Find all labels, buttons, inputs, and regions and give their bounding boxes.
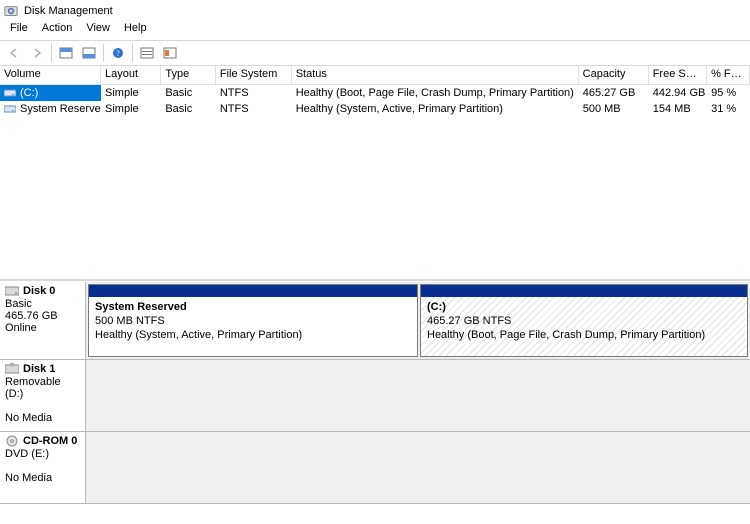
toolbar: ? bbox=[0, 40, 750, 66]
col-volume[interactable]: Volume bbox=[0, 66, 101, 84]
partition-status: Healthy (Boot, Page File, Crash Dump, Pr… bbox=[427, 329, 705, 341]
disk-label[interactable]: Disk 1 Removable (D:) No Media bbox=[0, 360, 86, 431]
toolbar-separator bbox=[103, 44, 104, 62]
hard-disk-icon bbox=[5, 285, 19, 297]
partition-c[interactable]: (C:) 465.27 GB NTFS Healthy (Boot, Page … bbox=[420, 284, 748, 357]
properties-button[interactable] bbox=[159, 43, 181, 63]
partition-system-reserved[interactable]: System Reserved 500 MB NTFS Healthy (Sys… bbox=[88, 284, 418, 357]
volume-status: Healthy (System, Active, Primary Partiti… bbox=[292, 101, 579, 117]
volume-percentfree: 31 % bbox=[707, 101, 750, 117]
disk-subtype: Basic bbox=[5, 298, 80, 310]
menu-help[interactable]: Help bbox=[118, 21, 153, 38]
volume-freespace: 154 MB bbox=[649, 101, 707, 117]
volume-percentfree: 95 % bbox=[707, 85, 750, 101]
col-layout[interactable]: Layout bbox=[101, 66, 161, 84]
volume-layout: Simple bbox=[101, 85, 161, 101]
partition-title: (C:) bbox=[427, 301, 446, 313]
cdrom-icon bbox=[5, 435, 19, 447]
volume-capacity: 465.27 GB bbox=[579, 85, 649, 101]
col-freespace[interactable]: Free Spa... bbox=[649, 66, 707, 84]
disk-state: Online bbox=[5, 322, 80, 334]
menu-file[interactable]: File bbox=[4, 21, 34, 38]
disk-map-panel: Disk 0 Basic 465.76 GB Online System Res… bbox=[0, 281, 750, 524]
disk-subtype: Removable (D:) bbox=[5, 376, 80, 400]
volume-list-header: Volume Layout Type File System Status Ca… bbox=[0, 66, 750, 85]
menubar: File Action View Help bbox=[0, 21, 750, 40]
volume-name: (C:) bbox=[20, 87, 38, 99]
menu-view[interactable]: View bbox=[80, 21, 116, 38]
help-button[interactable]: ? bbox=[107, 43, 129, 63]
partition-stripe bbox=[421, 285, 747, 297]
volume-type: Basic bbox=[161, 101, 216, 117]
removable-disk-icon bbox=[5, 363, 19, 375]
disk-label[interactable]: Disk 0 Basic 465.76 GB Online bbox=[0, 282, 86, 359]
col-filesystem[interactable]: File System bbox=[216, 66, 292, 84]
disk-management-icon bbox=[4, 4, 18, 18]
partition-status: Healthy (System, Active, Primary Partiti… bbox=[95, 329, 302, 341]
volume-filesystem: NTFS bbox=[216, 101, 292, 117]
disk-partitions-empty[interactable] bbox=[86, 432, 750, 503]
col-capacity[interactable]: Capacity bbox=[579, 66, 649, 84]
forward-button[interactable] bbox=[26, 43, 48, 63]
partition-stripe bbox=[89, 285, 417, 297]
volume-row[interactable]: (C:) Simple Basic NTFS Healthy (Boot, Pa… bbox=[0, 85, 750, 101]
volume-layout: Simple bbox=[101, 101, 161, 117]
content-area: Volume Layout Type File System Status Ca… bbox=[0, 66, 750, 524]
disk-partitions-empty[interactable] bbox=[86, 360, 750, 431]
partition-title: System Reserved bbox=[95, 301, 187, 313]
disk-label[interactable]: CD-ROM 0 DVD (E:) No Media bbox=[0, 432, 86, 503]
volume-row[interactable]: System Reserved Simple Basic NTFS Health… bbox=[0, 101, 750, 117]
volume-type: Basic bbox=[161, 85, 216, 101]
disk-row: Disk 0 Basic 465.76 GB Online System Res… bbox=[0, 282, 750, 360]
toolbar-separator bbox=[51, 44, 52, 62]
drive-icon bbox=[4, 104, 16, 114]
view-top-button[interactable] bbox=[55, 43, 77, 63]
volume-capacity: 500 MB bbox=[579, 101, 649, 117]
disk-name: CD-ROM 0 bbox=[23, 435, 77, 447]
volume-filesystem: NTFS bbox=[216, 85, 292, 101]
disk-name: Disk 0 bbox=[23, 285, 55, 297]
volume-list[interactable]: Volume Layout Type File System Status Ca… bbox=[0, 66, 750, 281]
volume-freespace: 442.94 GB bbox=[649, 85, 707, 101]
col-status[interactable]: Status bbox=[292, 66, 579, 84]
drive-icon bbox=[4, 88, 16, 98]
col-percentfree[interactable]: % Free bbox=[707, 66, 750, 84]
disk-size: 465.76 GB bbox=[5, 310, 80, 322]
menu-action[interactable]: Action bbox=[36, 21, 79, 38]
partition-size: 500 MB NTFS bbox=[95, 315, 165, 327]
partition-size: 465.27 GB NTFS bbox=[427, 315, 511, 327]
refresh-button[interactable] bbox=[136, 43, 158, 63]
back-button[interactable] bbox=[3, 43, 25, 63]
disk-name: Disk 1 bbox=[23, 363, 55, 375]
volume-name: System Reserved bbox=[20, 103, 101, 115]
view-bottom-button[interactable] bbox=[78, 43, 100, 63]
titlebar: Disk Management bbox=[0, 0, 750, 21]
window-title: Disk Management bbox=[24, 5, 113, 17]
col-type[interactable]: Type bbox=[161, 66, 216, 84]
disk-state: No Media bbox=[5, 472, 80, 484]
disk-row: CD-ROM 0 DVD (E:) No Media bbox=[0, 432, 750, 504]
disk-state: No Media bbox=[5, 412, 80, 424]
disk-subtype: DVD (E:) bbox=[5, 448, 80, 460]
svg-text:?: ? bbox=[116, 49, 120, 58]
disk-partitions: System Reserved 500 MB NTFS Healthy (Sys… bbox=[86, 282, 750, 359]
volume-status: Healthy (Boot, Page File, Crash Dump, Pr… bbox=[292, 85, 579, 101]
toolbar-separator bbox=[132, 44, 133, 62]
disk-row: Disk 1 Removable (D:) No Media bbox=[0, 360, 750, 432]
